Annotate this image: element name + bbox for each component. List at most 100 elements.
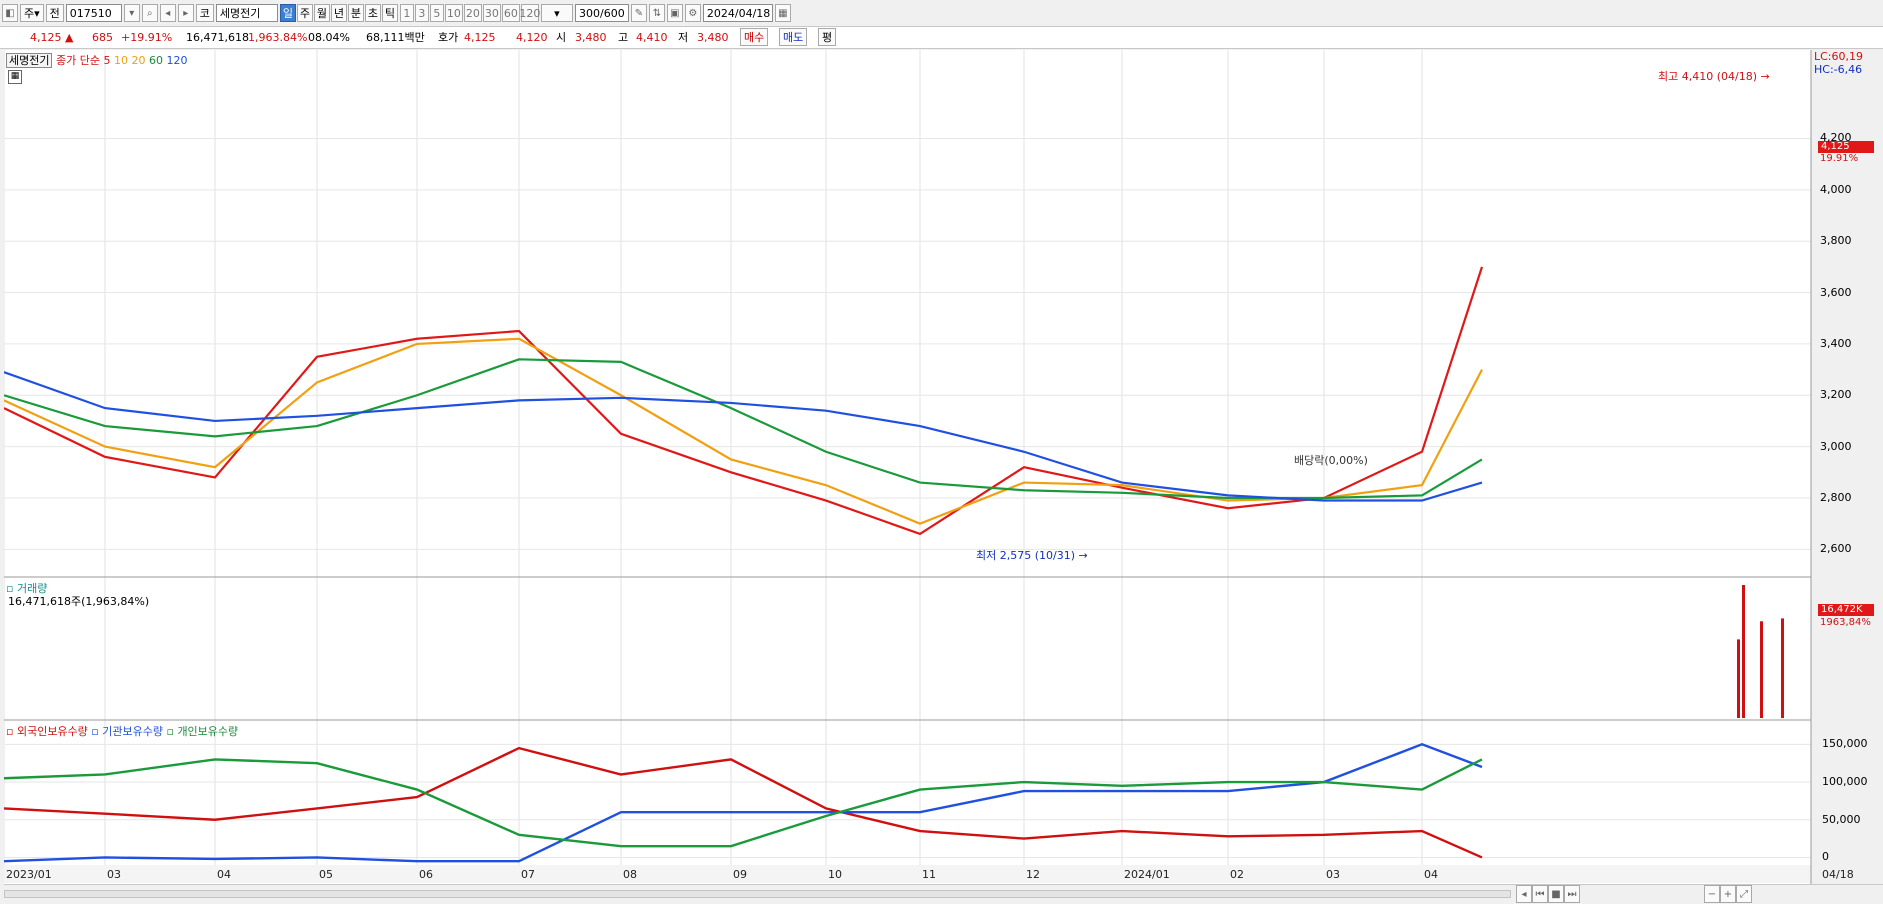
stock-name-tag[interactable]: 세명전기 (6, 53, 53, 68)
quote-turnover: 08.04% (308, 31, 350, 44)
quote-price: 4,125 ▲ (30, 31, 74, 44)
tab-period-4[interactable]: 분 (347, 4, 364, 22)
interval-button-10[interactable]: 10 (444, 4, 463, 22)
next-icon[interactable]: ▸ (177, 4, 194, 22)
count-field[interactable]: 300/600 (574, 4, 629, 22)
stop-icon[interactable]: ■ (1548, 885, 1564, 903)
tab-period-1[interactable]: 주 (296, 4, 313, 22)
price-y-tick: 3,200 (1820, 388, 1852, 402)
high-annotation-text: 최고 4,410 (04/18) (1658, 70, 1758, 83)
gear-icon[interactable]: ⚙ (684, 4, 701, 22)
price-panel-legend: 세명전기 종가 단순 5 10 20 60 120 (6, 52, 187, 68)
quote-low: 3,480 (697, 31, 729, 44)
dividend-annotation: 배당락(0,00%) (1294, 454, 1368, 467)
x-axis-label: 04 (1424, 868, 1438, 881)
sell-button[interactable]: 매도 (779, 28, 808, 46)
low-annotation: 최저 2,575 (10/31) → (976, 549, 1088, 562)
x-axis-label: 2024/01 (1124, 868, 1170, 881)
price-y-tick: 2,800 (1820, 490, 1852, 504)
high-annotation: 최고 4,410 (04/18) → (1658, 70, 1770, 83)
x-axis-label: 06 (419, 868, 433, 881)
ma-120-label[interactable]: 120 (166, 54, 187, 67)
volume-current-tag: 16,472K (1818, 604, 1874, 616)
legend-institution[interactable]: ▫ 기관보유수량 (91, 725, 163, 738)
holding-y-tick: 100,000 (1822, 775, 1868, 789)
menu-icon[interactable]: ◧ (2, 4, 18, 22)
volume-value: 16,471,618주(1,963,84%) (8, 595, 150, 608)
market-select-label: 주 (24, 7, 35, 20)
rewind-icon[interactable]: ⏮ (1532, 885, 1548, 903)
count-value: 300/600 (579, 6, 625, 20)
low-annotation-text: 최저 2,575 (10/31) (976, 549, 1076, 562)
price-current-pct: 19.91% (1820, 153, 1859, 164)
x-axis-label: 02 (1230, 868, 1244, 881)
search-icon[interactable]: ⌕ (141, 4, 158, 22)
buy-button[interactable]: 매수 (740, 28, 769, 46)
interval-button-5[interactable]: 5 (429, 4, 444, 22)
ma-60-label[interactable]: 60 (149, 54, 163, 67)
holding-y-tick: 50,000 (1822, 812, 1861, 826)
expand-icon[interactable]: ⤢ (1736, 885, 1752, 903)
interval-buttons: 1 3 5 10 20 30 60 120 (399, 4, 540, 22)
chevron-down-icon[interactable]: ▾ (123, 4, 140, 22)
interval-button-1[interactable]: 1 (399, 4, 414, 22)
chart-background (4, 50, 1811, 902)
market-select[interactable]: 주 ▾ (20, 4, 44, 22)
save-icon[interactable]: ▣ (666, 4, 683, 22)
tab-period-3[interactable]: 년 (330, 4, 347, 22)
stock-code-input[interactable]: 017510 (65, 4, 122, 22)
quote-amount: 68,111백만 (366, 31, 425, 44)
tab-period-6[interactable]: 틱 (381, 4, 398, 22)
ma-5-label[interactable]: 5 (103, 54, 110, 67)
ma-10-label[interactable]: 10 (114, 54, 128, 67)
code-prefix: 코 (195, 4, 214, 22)
legend-foreign[interactable]: ▫ 외국인보유수량 (6, 725, 88, 738)
stock-name-field[interactable]: 세명전기 (215, 4, 278, 22)
x-axis-label: 09 (733, 868, 747, 881)
interval-button-20[interactable]: 20 (463, 4, 482, 22)
interval-button-3[interactable]: 3 (414, 4, 429, 22)
tab-period-5[interactable]: 초 (364, 4, 381, 22)
legend-foreign-text: 외국인보유수량 (16, 725, 88, 738)
toolbar: ◧ 주 ▾ 전 017510 ▾ ⌕ ◂ ▸ 코 세명전기 일주월년분초틱 13… (0, 0, 1883, 27)
zoom-in-icon[interactable]: + (1720, 885, 1736, 903)
interval-button-120[interactable]: 120 (519, 4, 540, 22)
zoom-out-icon[interactable]: − (1704, 885, 1720, 903)
quote-change-pct: +19.91% (121, 31, 173, 44)
quote-bid-label: 호가 (438, 31, 459, 44)
interval-button-60[interactable]: 60 (501, 4, 520, 22)
legend-individual[interactable]: ▫ 개인보유수량 (166, 725, 238, 738)
quote-volume-ratio: 1,963.84% (248, 31, 308, 44)
tab-period-0[interactable]: 일 (279, 4, 296, 22)
volume-current-pct: 1963,84% (1820, 617, 1871, 628)
chart-canvas[interactable] (4, 50, 1883, 902)
mode-select[interactable]: 전 (45, 4, 64, 22)
price-y-tick: 4,000 (1820, 182, 1852, 196)
chart-scrollbar[interactable] (4, 890, 1511, 898)
holding-y-tick: 0 (1822, 850, 1829, 864)
x-axis-label: 05 (319, 868, 333, 881)
interval-button-30[interactable]: 30 (482, 4, 501, 22)
compare-icon[interactable]: ⇅ (648, 4, 665, 22)
legend-individual-text: 개인보유수량 (177, 725, 239, 738)
eval-button[interactable]: 평 (818, 28, 837, 46)
ma-20-label[interactable]: 20 (131, 54, 145, 67)
date-field[interactable]: 2024/04/18 (702, 4, 773, 22)
scroll-left-icon[interactable]: ◂ (1516, 885, 1532, 903)
x-axis-label: 03 (107, 868, 121, 881)
x-axis-label: 11 (922, 868, 936, 881)
calendar-icon[interactable]: ▦ (774, 4, 791, 22)
quote-volume: 16,471,618 (186, 31, 249, 44)
stock-code-value: 017510 (69, 6, 112, 20)
x-axis-end-label: 04/18 (1822, 868, 1854, 881)
volume-bar (1781, 618, 1784, 718)
tab-period-2[interactable]: 월 (313, 4, 330, 22)
quote-high-label: 고 (618, 31, 629, 44)
interval-custom-select[interactable]: ▾ (540, 4, 573, 22)
quote-bid2: 4,120 (516, 31, 548, 44)
grid-toggle-icon[interactable]: ▦ (8, 70, 22, 84)
prev-icon[interactable]: ◂ (159, 4, 176, 22)
fast-forward-icon[interactable]: ⏭ (1564, 885, 1580, 903)
x-axis-label: 08 (623, 868, 637, 881)
tools-icon[interactable]: ✎ (630, 4, 647, 22)
